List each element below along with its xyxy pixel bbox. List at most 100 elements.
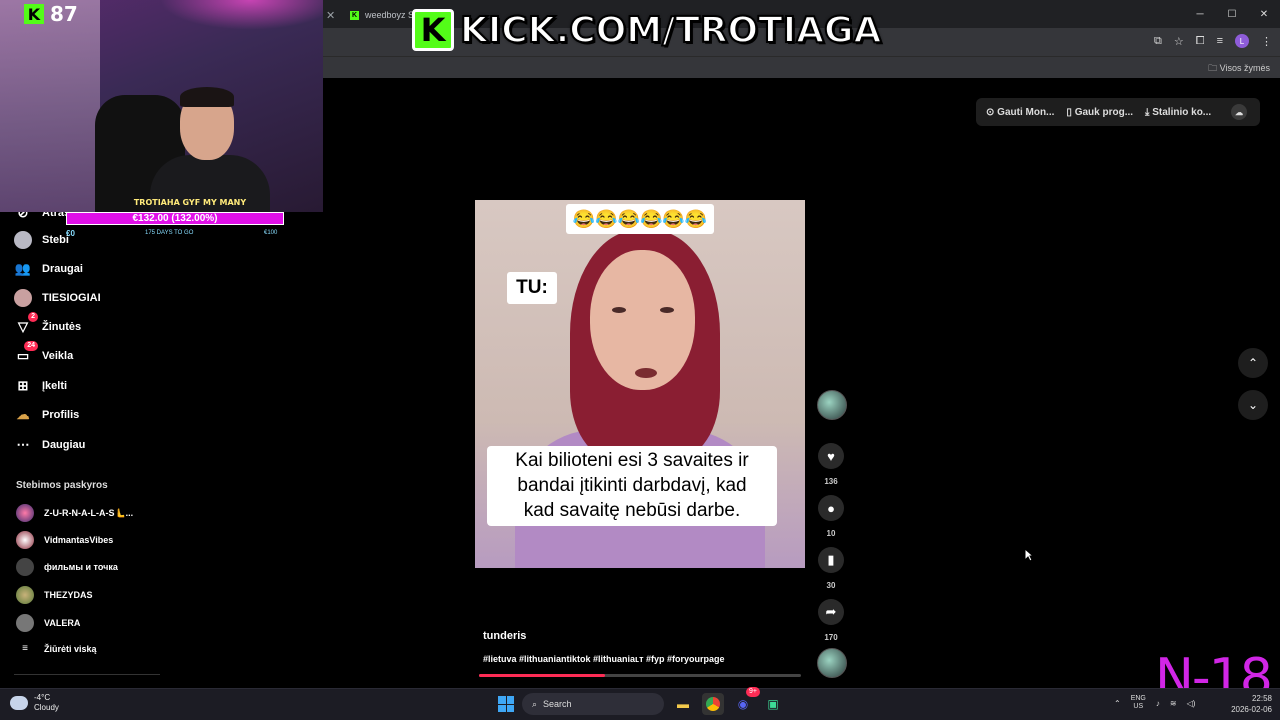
sound-avatar[interactable] [817,648,847,678]
wifi-icon[interactable]: ≋ [1170,699,1177,708]
weather-widget[interactable]: -4°C Cloudy [10,693,59,713]
activity-badge: 24 [24,341,38,351]
mouse-cursor [1024,547,1035,567]
comment-button[interactable]: ● [818,495,844,521]
discord-icon[interactable]: ◉ 9+ [732,687,760,715]
like-button[interactable]: ♥ [818,443,844,469]
goal-title: TROTIAHA GYF MY MANY [133,198,247,207]
file-explorer-icon[interactable]: ▬ [672,693,694,715]
list-item[interactable]: VidmantasVibes [16,531,113,549]
creator-avatar[interactable] [817,390,847,420]
comment-icon: ● [827,500,835,516]
cloud-icon [10,696,28,710]
video-author[interactable]: tunderis [483,630,526,642]
extensions-icon[interactable]: ⧠ [1196,35,1205,48]
download-icon: ⤓ [1145,106,1150,118]
minimize-button[interactable]: ─ [1184,0,1216,28]
goal-days: 175 DAYS TO GO [145,230,194,236]
list-item[interactable]: THEZYDAS [16,586,93,604]
video-caption: Kai bilioteni esi 3 savaites ir bandai į… [487,446,777,526]
avatar [16,531,34,549]
clock[interactable]: 22:58 2026-02-06 [1224,693,1272,715]
avatar [14,231,32,249]
sidebar-item-profile[interactable]: ☁ Profilis [14,406,80,424]
avatar [16,558,34,576]
folder-icon: 🗀 [1208,63,1218,73]
sidebar-item-messages[interactable]: ▽ 2 Žinutės [14,312,81,336]
messages-icon: ▽ 2 [14,312,38,336]
share-icon: ➦ [825,604,837,619]
kick-logo-icon: K [24,4,44,24]
save-button[interactable]: ▮ [818,547,844,573]
tab-kick[interactable]: K weedboyz S [350,4,414,26]
divider [14,674,160,675]
chrome-icon[interactable] [702,693,724,715]
share-button[interactable]: ➦ [818,599,844,625]
tray-chevron-icon[interactable]: ⌃ [1114,699,1121,708]
webcam-wall [0,0,100,212]
previous-video-button[interactable]: ⌃ [1238,348,1268,378]
goal-min: €0 [66,229,75,238]
coin-icon: ⊙ [986,106,995,118]
maximize-button[interactable]: ☐ [1216,0,1248,28]
sidebar-item-friends[interactable]: 👥 Draugai [14,260,83,278]
list-item[interactable]: фильмы и точка [16,558,118,576]
next-video-button[interactable]: ⌄ [1238,390,1268,420]
more-icon: ⋯ [16,437,30,452]
share-count: 170 [824,633,838,642]
video-progress-bar[interactable] [479,674,801,677]
user-avatar-button[interactable]: ☁ [1231,104,1248,120]
profile-icon: ☁ [16,407,30,422]
tab-close-prev[interactable]: ✕ [326,4,335,26]
video-progress-fill [479,674,605,677]
cast-icon[interactable]: ⧉ [1154,35,1162,48]
language-indicator[interactable]: ENG US [1131,695,1146,711]
kick-url: KICK.COM/TROTIAGA [459,9,882,52]
top-action-bar: ⊙ Gauti Mon... ▯ Gauk prog... ⤓ Stalinio… [976,98,1260,126]
windows-start-icon[interactable] [498,696,514,712]
goal-max: €100 [264,230,278,236]
following-header: Stebimos paskyros [16,480,108,491]
desktop-app-button[interactable]: ⤓ Stalinio ko... [1145,107,1211,118]
save-count: 30 [826,581,836,590]
phone-icon: ▯ [1066,106,1072,118]
volume-icon[interactable]: ◁) [1187,699,1196,708]
close-window-button[interactable]: ✕ [1248,0,1280,28]
kick-banner: K KICK.COM/TROTIAGA [412,6,882,54]
sidebar: ⊘ Atrasti Stebi 👥 Draugai TIESIOGIAI ▽ 2 … [0,200,160,690]
sidebar-item-more[interactable]: ⋯ Daugiau [14,436,86,454]
bookmark-star-icon[interactable]: ☆ [1174,35,1184,48]
tu-label: TU: [507,272,557,304]
sidebar-item-activity[interactable]: ▭ 24 Veikla [14,341,73,365]
sidebar-item-upload[interactable]: ⊞ Įkelti [14,377,68,395]
see-all-link[interactable]: ≡ Žiūrėti viską [16,643,96,654]
taskbar: -4°C Cloudy ⌕ Search ▬ ◉ 9+ ▣ ⌃ ENG US ♪ … [0,687,1280,720]
get-coins-button[interactable]: ⊙ Gauti Mon... [986,107,1054,118]
webcam-overlay: K 87 [0,0,323,212]
app-icon[interactable]: ▣ [762,693,784,715]
sidebar-item-following[interactable]: Stebi [14,231,69,249]
neon-light [160,0,323,30]
search-icon: ⌕ [532,698,538,709]
menu-kebab-icon[interactable]: ⋮ [1261,35,1272,48]
video-player[interactable]: 😂😂😂😂😂😂 TU: Kai bilioteni esi 3 savaites … [475,200,805,568]
streamer [140,85,270,212]
list-item[interactable]: Z-U-R-N-A-L-A-S🫷... [16,504,133,522]
list-item[interactable]: VALERA [16,614,80,632]
media-icon[interactable]: ≡ [1217,35,1223,47]
taskbar-apps: ⌕ Search ▬ ◉ 9+ ▣ [498,687,784,715]
sidebar-item-live[interactable]: TIESIOGIAI [14,289,101,307]
system-tray: ⌃ ENG US ♪ ≋ ◁) [1114,695,1195,711]
video-hashtags[interactable]: #lietuva #lithuaniantiktok #lithuaniaʟᴛ … [483,654,725,664]
follower-count: K 87 [24,2,78,26]
friends-icon: 👥 [14,261,32,276]
get-app-button[interactable]: ▯ Gauk prog... [1066,107,1133,118]
kick-favicon-icon: K [350,10,359,20]
profile-avatar[interactable]: L [1235,34,1249,48]
avatar [16,586,34,604]
taskbar-search[interactable]: ⌕ Search [522,693,664,715]
comment-count: 10 [826,529,836,538]
emoji-caption: 😂😂😂😂😂😂 [566,204,714,234]
all-bookmarks[interactable]: 🗀 Visos žymės [1208,61,1270,77]
microphone-icon[interactable]: ♪ [1156,699,1160,708]
